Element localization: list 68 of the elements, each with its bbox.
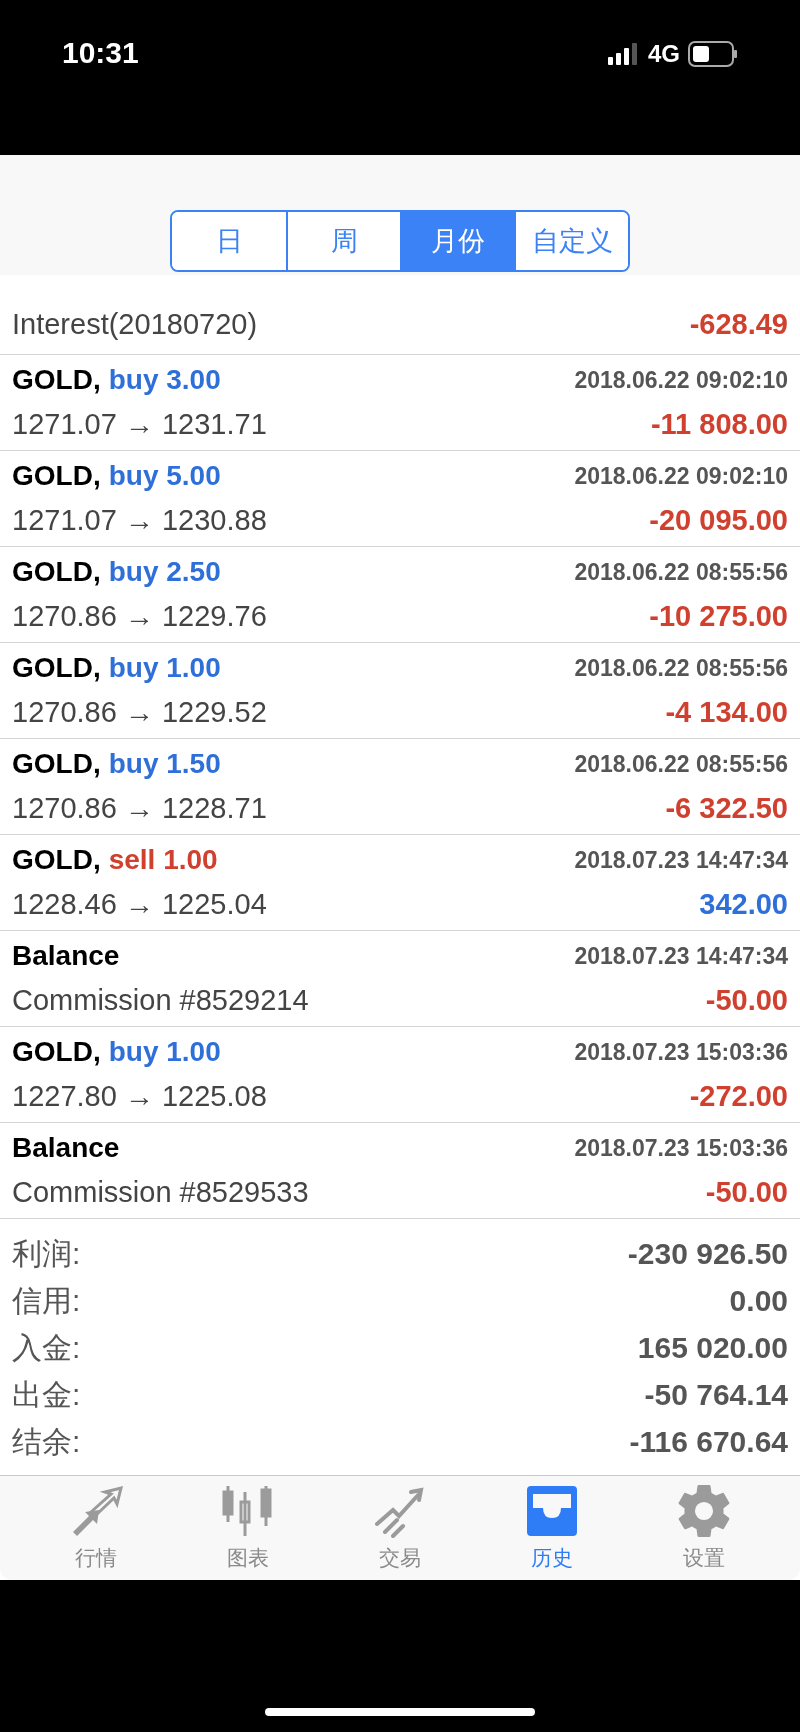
deal-symbol: GOLD, (12, 650, 101, 685)
deal-comment: Commission #8529214 (12, 982, 309, 1018)
network-label: 4G (648, 39, 680, 69)
deal-time: 2018.06.22 08:55:56 (574, 749, 788, 779)
tab-bar-item[interactable]: 图表 (193, 1482, 303, 1574)
deal-profit: -50.00 (705, 982, 788, 1018)
summary-label: 利润: (12, 1235, 81, 1272)
tab-bar-item[interactable]: 行情 (41, 1482, 151, 1574)
period-tab[interactable]: 日 (172, 212, 286, 270)
deal-profit: -10 275.00 (649, 598, 788, 634)
deal-prices: 1270.86 → 1228.71 (12, 790, 267, 826)
deal-time: 2018.06.22 08:55:56 (574, 557, 788, 587)
deal-profit: -50.00 (705, 1174, 788, 1210)
period-tab[interactable]: 月份 (400, 212, 514, 270)
deal-profit: -20 095.00 (649, 502, 788, 538)
deal-symbol: Balance (12, 938, 120, 973)
deal-symbol: GOLD, (12, 842, 101, 877)
deal-time: 2018.07.23 14:47:34 (574, 941, 788, 971)
deal-time: 2018.07.23 15:03:36 (574, 1037, 788, 1067)
deal-prices: 1270.86 → 1229.76 (12, 598, 267, 634)
summary-label: 入金: (12, 1329, 81, 1366)
deal-comment: Interest(20180720) (12, 306, 258, 342)
deal-symbol: GOLD, (12, 554, 101, 589)
summary-value: 0.00 (729, 1282, 788, 1319)
deal-symbol: GOLD, (12, 1034, 101, 1069)
status-time: 10:31 (62, 35, 139, 71)
deal-prices: 1228.46 → 1225.04 (12, 886, 267, 922)
summary-label: 出金: (12, 1376, 81, 1413)
deal-action: buy 1.00 (108, 1034, 221, 1069)
deal-action: buy 5.00 (108, 458, 221, 493)
deal-action: sell 1.00 (108, 842, 218, 877)
deal-time: 2018.06.22 09:02:10 (574, 461, 788, 491)
deal-profit: 342.00 (699, 886, 788, 922)
summary-label: 信用: (12, 1282, 81, 1319)
tab-bar-item[interactable]: 历史 (497, 1482, 607, 1574)
deal-profit: -272.00 (689, 1078, 788, 1114)
deal-symbol: GOLD, (12, 458, 101, 493)
deal-profit: -4 134.00 (665, 694, 788, 730)
signal-icon (608, 43, 640, 65)
deal-symbol: Balance (12, 1130, 120, 1165)
deal-prices: 1271.07 → 1230.88 (12, 502, 267, 538)
deal-profit: -6 322.50 (665, 790, 788, 826)
deal-action: buy 3.00 (108, 362, 221, 397)
tab-bar-item[interactable]: 设置 (649, 1482, 759, 1574)
summary-value: -230 926.50 (627, 1235, 788, 1272)
deal-action: buy 2.50 (108, 554, 221, 589)
summary-label: 结余: (12, 1423, 81, 1460)
summary-value: -50 764.14 (644, 1376, 788, 1413)
period-tab[interactable]: 周 (286, 212, 400, 270)
deal-time: 2018.06.22 09:02:10 (574, 365, 788, 395)
deal-profit: -11 808.00 (650, 406, 788, 442)
deal-time: 2018.07.23 15:03:36 (574, 1133, 788, 1163)
deal-action: buy 1.50 (108, 746, 221, 781)
tab-bar-item[interactable]: 交易 (345, 1482, 455, 1574)
deal-time: 2018.06.22 08:55:56 (574, 653, 788, 683)
deal-action: buy 1.00 (108, 650, 221, 685)
period-tab[interactable]: 自定义 (514, 212, 628, 270)
battery-icon (688, 41, 738, 67)
deal-time: 2018.07.23 14:47:34 (574, 845, 788, 875)
deal-profit: -628.49 (689, 306, 788, 342)
deal-prices: 1271.07 → 1231.71 (12, 406, 267, 442)
summary-value: -116 670.64 (629, 1423, 788, 1460)
deal-prices: 1270.86 → 1229.52 (12, 694, 267, 730)
deal-comment: Commission #8529533 (12, 1174, 309, 1210)
summary-value: 165 020.00 (637, 1329, 788, 1366)
deal-prices: 1227.80 → 1225.08 (12, 1078, 267, 1114)
deal-symbol: GOLD, (12, 362, 101, 397)
deal-symbol: GOLD, (12, 746, 101, 781)
